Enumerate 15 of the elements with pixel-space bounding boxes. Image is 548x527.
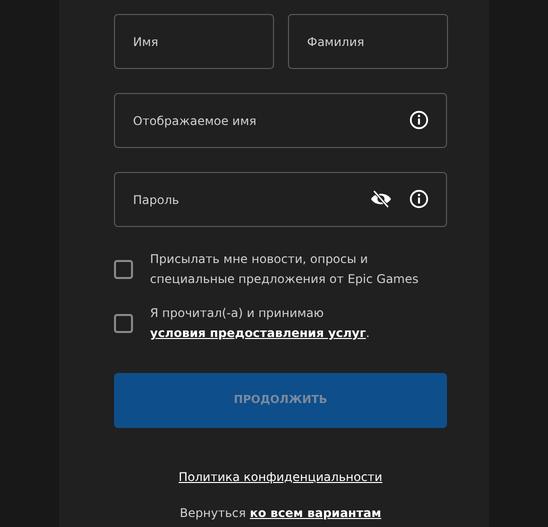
terms-link[interactable]: условия предоставления услуг [150, 326, 366, 340]
text-field[interactable]: Отображаемое имя [114, 93, 447, 148]
password-field[interactable]: Пароль [114, 172, 447, 227]
text-field[interactable]: Фамилия [288, 14, 448, 69]
back-link[interactable]: ко всем вариантам [250, 504, 382, 522]
info-icon[interactable] [409, 189, 429, 209]
checkbox[interactable] [114, 260, 133, 278]
back-text: Вернуться [180, 505, 246, 522]
text-field[interactable]: Имя [114, 14, 274, 69]
checkbox-label: Присылать мне новости, опросы и специальные предложения от Epic Games [150, 251, 420, 288]
privacy-policy-link[interactable]: Политика конфиденциальности [178, 468, 382, 486]
checkbox-label: Я прочитал(-а) и принимаю условия предоставления услуг. [150, 305, 371, 342]
checkbox[interactable] [114, 314, 133, 332]
eye-slash-icon[interactable] [369, 189, 393, 209]
info-icon[interactable] [409, 110, 429, 130]
